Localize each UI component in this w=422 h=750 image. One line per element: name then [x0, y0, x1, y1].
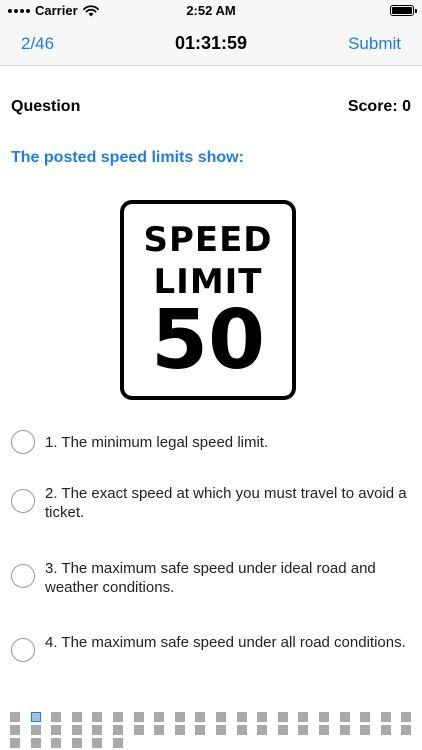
question-cell[interactable] [257, 725, 268, 735]
navigation-bar: 2/46 01:31:59 Submit [0, 22, 422, 66]
question-cell[interactable] [277, 712, 288, 722]
question-cell[interactable] [319, 712, 329, 722]
question-cell[interactable] [30, 725, 41, 735]
sign-number: 50 [150, 293, 266, 388]
question-cell[interactable] [339, 725, 350, 735]
question-cell[interactable] [339, 712, 350, 722]
question-cell[interactable] [51, 712, 62, 722]
radio-icon[interactable] [11, 638, 35, 662]
question-cell[interactable] [236, 712, 247, 722]
sign-line-1: SPEED [143, 220, 273, 260]
radio-icon[interactable] [11, 564, 35, 588]
question-navigator-grid [10, 712, 412, 750]
answer-option-label: 2. The exact speed at which you must tra… [45, 485, 407, 521]
question-cell[interactable] [319, 725, 329, 735]
question-cell[interactable] [236, 725, 247, 735]
question-cell[interactable] [195, 712, 206, 722]
question-heading: Question [11, 98, 81, 115]
question-cell[interactable] [51, 738, 62, 748]
question-cell[interactable] [174, 725, 185, 735]
score-label: Score: 0 [347, 98, 411, 115]
answer-option-label: 4. The maximum safe speed under all road… [45, 634, 406, 651]
submit-button[interactable]: Submit [348, 34, 401, 54]
question-cell[interactable] [298, 725, 309, 735]
radio-icon[interactable] [11, 489, 35, 513]
question-cell[interactable] [216, 725, 226, 735]
question-cell[interactable] [92, 725, 103, 735]
question-cell[interactable] [360, 725, 371, 735]
battery-icon [390, 5, 417, 16]
question-cell[interactable] [10, 738, 20, 748]
question-cell[interactable] [113, 725, 123, 735]
answer-option-4[interactable]: 4. The maximum safe speed under all road… [11, 630, 411, 662]
question-text: The posted speed limits show: [11, 149, 244, 166]
question-cell[interactable] [380, 712, 391, 722]
radio-icon[interactable] [11, 430, 35, 454]
question-cell[interactable] [71, 738, 82, 748]
question-cell[interactable] [51, 725, 62, 735]
status-bar: Carrier 2:52 AM [0, 0, 422, 22]
question-cell[interactable] [10, 712, 20, 722]
question-cell[interactable] [113, 738, 123, 748]
question-cell[interactable] [92, 712, 103, 722]
speed-limit-sign-image: SPEED LIMIT 50 [120, 200, 296, 400]
question-cell[interactable] [30, 738, 41, 748]
question-cell[interactable] [174, 712, 185, 722]
answer-option-label: 1. The minimum legal speed limit. [45, 434, 269, 451]
answer-option-3[interactable]: 3. The maximum safe speed under ideal ro… [11, 556, 411, 597]
question-cell[interactable] [71, 725, 82, 735]
question-cell[interactable] [10, 725, 20, 735]
question-cell[interactable] [277, 725, 288, 735]
question-cell[interactable] [154, 725, 165, 735]
question-cell[interactable] [195, 725, 206, 735]
answer-option-2[interactable]: 2. The exact speed at which you must tra… [11, 481, 411, 522]
question-cell[interactable] [133, 712, 144, 722]
question-cell[interactable] [113, 712, 123, 722]
question-cell[interactable] [92, 738, 103, 748]
question-cell[interactable] [133, 725, 144, 735]
question-cell[interactable] [154, 712, 165, 722]
status-time: 2:52 AM [186, 3, 236, 18]
answer-option-1[interactable]: 1. The minimum legal speed limit. [11, 430, 411, 454]
question-cell[interactable] [360, 712, 371, 722]
answer-option-label: 3. The maximum safe speed under ideal ro… [45, 560, 376, 596]
question-cell[interactable] [298, 712, 309, 722]
question-cell[interactable] [216, 712, 226, 722]
question-cell[interactable] [30, 712, 41, 722]
question-cell[interactable] [380, 725, 391, 735]
question-cell[interactable] [401, 712, 412, 722]
question-cell[interactable] [71, 712, 82, 722]
question-cell[interactable] [257, 712, 268, 722]
question-cell[interactable] [401, 725, 412, 735]
